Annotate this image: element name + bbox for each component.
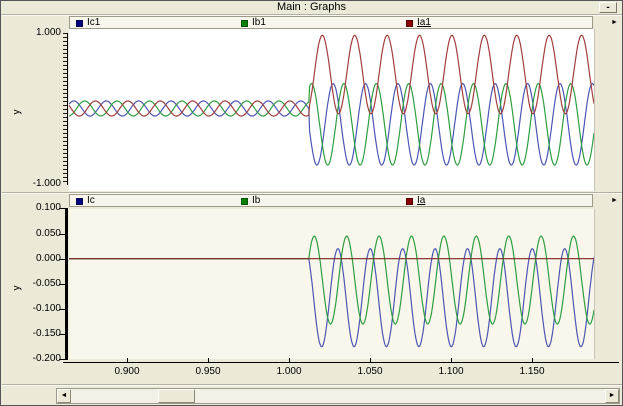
scroll-right-button[interactable]: ► [605, 389, 619, 403]
y-tick-label: 0.000 [35, 252, 61, 264]
scrollbar-divider [2, 384, 622, 386]
y-tick-label: -0.050 [32, 277, 61, 289]
x-tick-mark [289, 358, 290, 362]
legend-label: Ic1 [87, 17, 101, 28]
legend-item-Ib1[interactable]: Ib1 [241, 18, 266, 28]
y-tick-label: 1.000 [35, 27, 61, 38]
minimize-icon: - [606, 1, 610, 13]
legend-swatch-Ia1 [406, 19, 413, 27]
bottom-plot-canvas [69, 235, 594, 348]
top-plot-canvas [69, 34, 594, 166]
legend-swatch-Ic [76, 197, 83, 205]
top-y-axis [67, 33, 68, 185]
legend-swatch-Ib [241, 197, 248, 205]
bottom-legend-expand-icon[interactable]: ► [611, 195, 621, 206]
top-y-axis-label: y [11, 109, 23, 115]
titlebar: Main : Graphs - [1, 1, 622, 15]
legend-swatch-Ib1 [241, 19, 248, 27]
minimize-button[interactable]: - [599, 2, 617, 13]
legend-swatch-Ia [406, 197, 413, 205]
x-tick-mark [370, 358, 371, 362]
trace-Ia1 [69, 34, 594, 117]
legend-item-Ic1[interactable]: Ic1 [76, 18, 100, 28]
bottom-y-axis [65, 208, 68, 360]
horizontal-scrollbar[interactable]: ◄ ► [56, 388, 620, 404]
x-tick-label: 0.900 [114, 366, 140, 377]
top-legend-expand-icon[interactable]: ► [611, 17, 621, 28]
legend-label: Ib [252, 195, 261, 206]
legend-item-Ic[interactable]: Ic [76, 196, 95, 206]
x-tick-label: 1.050 [357, 366, 383, 377]
scrollbar-thumb[interactable] [158, 389, 195, 403]
legend-label: Ib1 [252, 17, 266, 28]
graphs-window: Main : Graphs - Ic1 Ib1 Ia1 ► y 1.000 -1.00… [0, 0, 623, 406]
x-tick-label: 1.150 [519, 366, 545, 377]
x-axis [63, 362, 619, 363]
scroll-right-icon: ► [608, 392, 616, 399]
top-plot-area[interactable] [69, 29, 595, 191]
bottom-graph-legend: Ic Ib Ia [69, 194, 593, 207]
x-tick-label: 1.100 [438, 366, 464, 377]
x-tick-mark [208, 358, 209, 362]
legend-item-Ia[interactable]: Ia [406, 196, 425, 206]
y-tick-label: 0.100 [35, 202, 61, 214]
legend-label: Ia1 [417, 17, 431, 28]
window-title: Main : Graphs [276, 1, 347, 13]
x-tick-mark [532, 358, 533, 362]
legend-label: Ia [417, 195, 426, 206]
x-tick-mark [127, 358, 128, 362]
y-tick-label: -0.200 [32, 353, 61, 365]
legend-swatch-Ic1 [76, 19, 83, 27]
scroll-left-icon: ◄ [60, 392, 68, 399]
x-tick-mark [451, 358, 452, 362]
legend-item-Ia1[interactable]: Ia1 [406, 18, 431, 28]
x-tick-label: 0.950 [195, 366, 221, 377]
legend-item-Ib[interactable]: Ib [241, 196, 260, 206]
y-tick-label: -1.000 [32, 178, 61, 189]
y-tick-label: -0.150 [32, 328, 61, 340]
y-tick-label: 0.050 [35, 227, 61, 239]
x-tick-label: 1.000 [276, 366, 302, 377]
legend-label: Ic [87, 195, 95, 206]
y-tick-label: -0.100 [32, 303, 61, 314]
scroll-left-button[interactable]: ◄ [57, 389, 71, 403]
bottom-plot-area[interactable] [69, 209, 595, 359]
top-graph-legend: Ic1 Ib1 Ia1 [69, 16, 593, 29]
